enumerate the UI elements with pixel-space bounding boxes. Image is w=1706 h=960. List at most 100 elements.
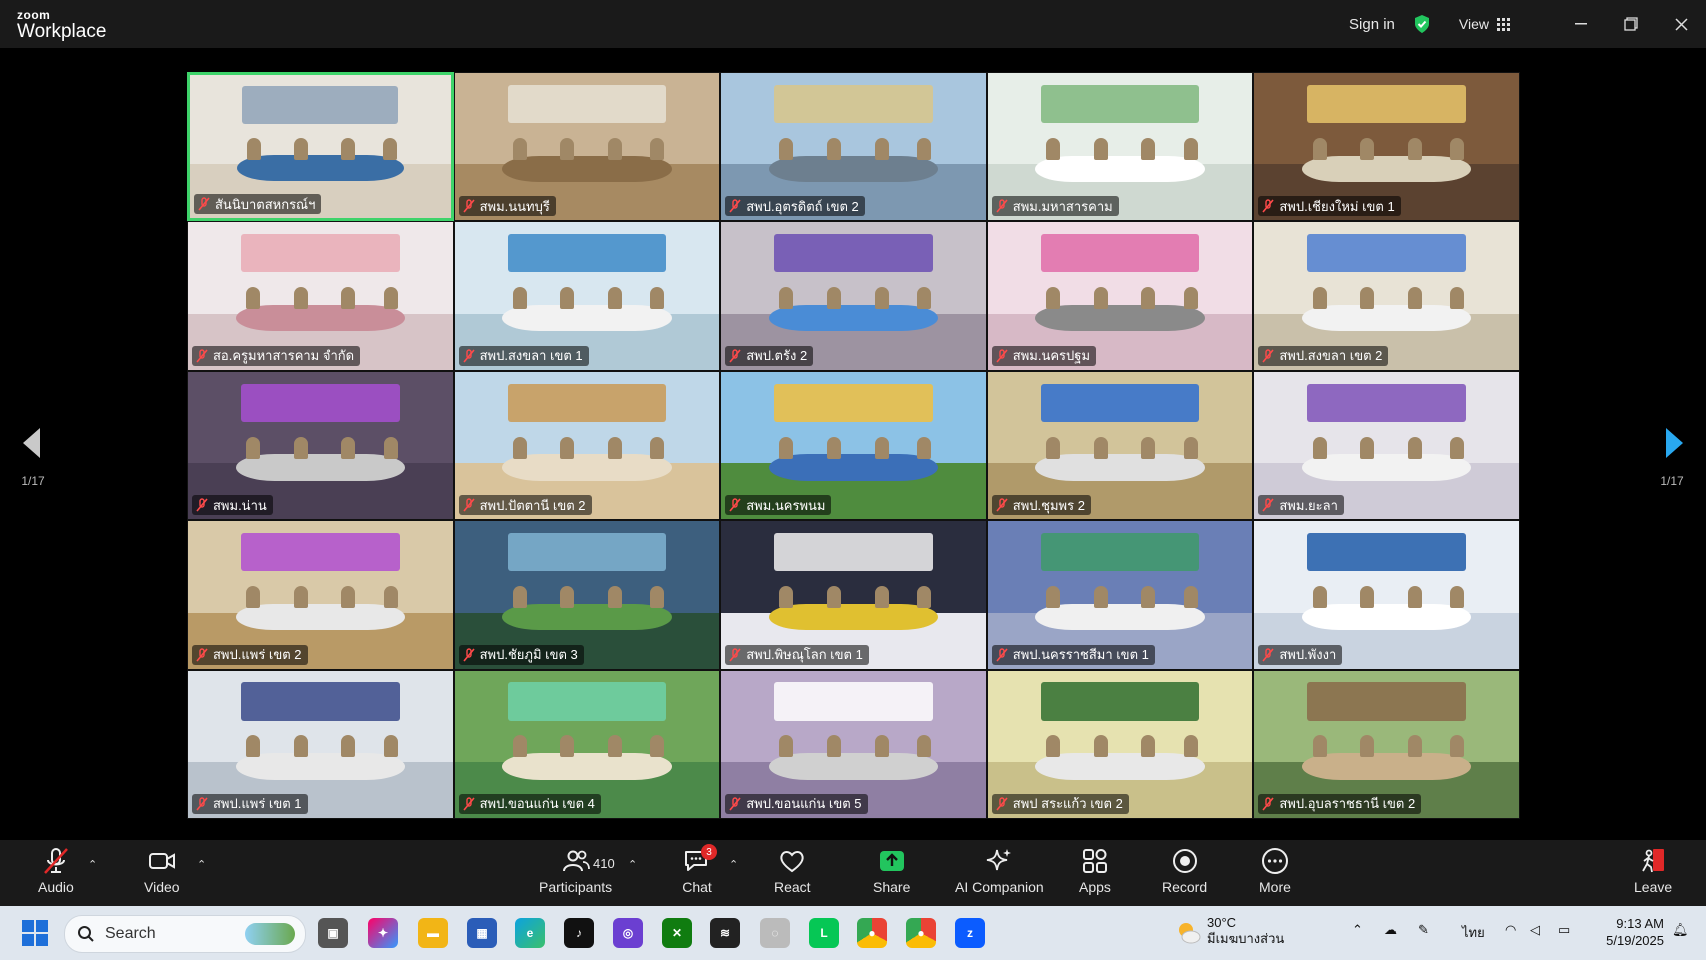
video-tile[interactable]: สพป.แพร่ เขต 1 [187,669,454,819]
close-icon[interactable] [1656,0,1706,48]
security-shield-icon[interactable] [1413,14,1431,34]
next-page-icon[interactable] [1664,426,1686,460]
volume-icon[interactable]: ◁ [1530,922,1540,938]
app-icon-gray[interactable]: ◌ [760,918,790,948]
tile-video-person [916,735,931,758]
share-button[interactable]: Share [873,846,910,895]
video-options-icon[interactable]: ⌃ [197,858,206,871]
weather-widget[interactable]: 30°C มีเมฆบางส่วน [1207,915,1284,947]
pen-icon[interactable]: ✎ [1418,922,1429,938]
video-tile[interactable]: สพป.สงขลา เขต 2 [1253,221,1520,371]
video-tile[interactable]: สพป.อุตรดิตถ์ เขต 2 [720,72,987,222]
participant-name-bar: สพป.เชียงใหม่ เขต 1 [1258,196,1401,217]
video-tile[interactable]: สพม.นครปฐม [986,221,1254,371]
apps-button[interactable]: Apps [1079,846,1111,895]
video-tile[interactable]: สพม.นนทบุรี [453,72,721,222]
tile-video-person [383,586,398,609]
record-button[interactable]: Record [1162,846,1207,895]
video-tile[interactable]: สพป.แพร่ เขต 2 [187,520,454,670]
tile-video-banner [1040,234,1200,273]
file-explorer-icon[interactable]: ▬ [418,918,448,948]
tile-video-person [827,735,842,758]
audio-label: Audio [38,879,74,895]
notifications-icon[interactable]: 🔔︎ [1672,922,1689,938]
chrome-profile-icon[interactable]: ● [906,918,936,948]
video-tile[interactable]: สันนิบาตสหกรณ์ฯ [187,72,454,222]
microsoft-store-icon[interactable]: ▦ [467,918,497,948]
audio-options-icon[interactable]: ⌃ [88,858,97,871]
video-tile[interactable]: สพม.นครพนม [720,370,987,521]
zoom-taskbar-icon[interactable]: z [955,918,985,948]
video-tile[interactable]: สพป สระแก้ว เขต 2 [986,669,1254,819]
video-tile[interactable]: สพป.เชียงใหม่ เขต 1 [1253,72,1520,222]
video-tile[interactable]: สพป.ตรัง 2 [720,221,987,371]
system-clock[interactable]: 9:13 AM 5/19/2025 [1594,915,1664,949]
chat-options-icon[interactable]: ⌃ [729,858,738,871]
tile-video-person [779,287,794,310]
battery-icon[interactable]: ▭ [1558,922,1570,938]
react-button[interactable]: React [774,846,811,895]
show-hidden-icons-icon[interactable]: ⌃ [1352,922,1363,938]
video-tile[interactable]: สพม.น่าน [187,370,454,521]
participant-name-bar: สอ.ครูมหาสารคาม จำกัด [192,345,361,366]
previous-page-icon[interactable] [20,426,42,460]
video-tile[interactable]: สอ.ครูมหาสารคาม จำกัด [187,221,454,371]
leave-button[interactable]: Leave [1634,846,1672,895]
chrome-icon[interactable]: ● [857,918,887,948]
minimize-icon[interactable] [1556,0,1606,48]
edge-icon[interactable]: e [515,918,545,948]
line-icon[interactable]: L [809,918,839,948]
video-tile[interactable]: สพม.ยะลา [1253,370,1520,521]
tile-video-person [341,735,356,758]
video-tile[interactable]: สพป.นครราชสีมา เขต 1 [986,520,1254,670]
audio-button[interactable]: Audio [38,846,74,895]
video-tile[interactable]: สพป.ปัตตานี เขต 2 [453,370,721,521]
participant-name: สอ.ครูมหาสารคาม จำกัด [213,348,355,364]
ai-companion-button[interactable]: AI Companion [955,846,1044,895]
restore-icon[interactable] [1606,0,1656,48]
video-tile[interactable]: สพป.พิษณุโลก เขต 1 [720,520,987,670]
tile-video-person [608,735,623,758]
copilot-icon[interactable]: ✦ [368,918,398,948]
muted-mic-icon [462,647,475,662]
video-tile[interactable]: สพป.ขอนแก่น เขต 4 [453,669,721,819]
tiktok-icon[interactable]: ♪ [564,918,594,948]
participants-options-icon[interactable]: ⌃ [628,858,637,871]
capcut-icon[interactable]: ≋ [710,918,740,948]
participant-name-bar: สพม.นครพนม [725,495,832,516]
tile-video-person [293,735,308,758]
more-button[interactable]: More [1259,846,1291,895]
video-tile[interactable]: สพป.ชัยภูมิ เขต 3 [453,520,721,670]
windows-start-icon[interactable] [22,920,48,946]
tile-video-person [1450,436,1465,459]
video-tile[interactable]: สพป.ขอนแก่น เขต 5 [720,669,987,819]
participant-name: สพป.สงขลา เขต 1 [479,348,583,364]
tile-video-table [1302,304,1472,332]
app-icon-purple[interactable]: ◎ [613,918,643,948]
taskbar-search[interactable]: Search [64,915,306,953]
language-indicator[interactable]: ไทย [1462,922,1485,943]
participant-name: สพม.ยะลา [1279,497,1338,513]
video-tile[interactable]: สพป.ชุมพร 2 [986,370,1254,521]
tile-video-table [1035,454,1205,481]
tile-video-banner [507,84,667,124]
microphone-muted-icon [43,848,68,874]
view-button[interactable]: View [1459,16,1510,32]
tile-video-table [502,753,672,780]
video-tile[interactable]: สพป.พังงา [1253,520,1520,670]
tile-video-table [768,454,939,481]
tile-video-person [608,436,623,459]
xbox-icon[interactable]: ✕ [662,918,692,948]
video-tile[interactable]: สพป.สงขลา เขต 1 [453,221,721,371]
share-label: Share [873,879,911,895]
task-view-icon[interactable]: ▣ [318,918,348,948]
video-button[interactable]: Video [144,846,180,895]
gallery-grid: สันนิบาตสหกรณ์ฯ สพม.นนทบุรี สพป.อุตรดิตถ์ … [187,72,1520,819]
cloud-sync-icon[interactable]: ☁ [1384,922,1397,938]
chat-button[interactable]: Chat 3 [682,844,717,895]
sign-in-link[interactable]: Sign in [1349,16,1395,33]
video-tile[interactable]: สพม.มหาสารคาม [986,72,1254,222]
tile-video-person [874,436,889,459]
wifi-icon[interactable]: ◠ [1505,922,1516,938]
video-tile[interactable]: สพป.อุบลราชธานี เขต 2 [1253,669,1520,819]
